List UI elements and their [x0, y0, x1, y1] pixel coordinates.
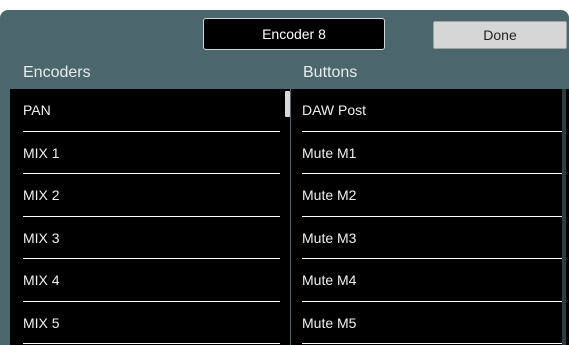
button-list-item[interactable]: Mute M5: [291, 302, 562, 345]
button-item-label: Mute M4: [302, 272, 357, 289]
button-item-label: Mute M1: [302, 144, 357, 161]
buttons-list[interactable]: DAW Post Mute M1 Mute M2 Mute M3 Mute M4…: [291, 89, 562, 345]
encoder-name-text: Encoder 8: [262, 26, 326, 42]
button-list-item[interactable]: Mute M1: [291, 132, 562, 175]
encoder-list-item[interactable]: MIX 1: [10, 132, 292, 175]
button-list-item[interactable]: Mute M3: [291, 217, 562, 260]
encoder-name-field[interactable]: Encoder 8: [203, 18, 385, 50]
encoder-item-label: MIX 3: [23, 229, 60, 246]
encoder-item-label: MIX 5: [23, 314, 60, 331]
encoder-list-item[interactable]: MIX 4: [10, 259, 292, 302]
encoder-item-label: MIX 4: [23, 272, 60, 289]
encoder-item-label: MIX 1: [23, 144, 60, 161]
button-item-label: Mute M3: [302, 229, 357, 246]
button-list-item[interactable]: Mute M4: [291, 259, 562, 302]
encoder-item-label: PAN: [23, 102, 51, 119]
button-item-label: Mute M2: [302, 187, 357, 204]
encoders-list[interactable]: PAN MIX 1 MIX 2 MIX 3 MIX 4 MIX 5: [10, 89, 292, 345]
buttons-column-header: Buttons: [303, 64, 358, 81]
encoder-item-label: MIX 2: [23, 187, 60, 204]
done-button[interactable]: Done: [433, 21, 567, 49]
encoder-list-item[interactable]: PAN: [10, 89, 292, 132]
button-list-item[interactable]: DAW Post: [291, 89, 562, 132]
done-button-label: Done: [483, 27, 517, 43]
encoder-list-item[interactable]: MIX 5: [10, 302, 292, 345]
button-item-label: Mute M5: [302, 314, 357, 331]
encoder-list-item[interactable]: MIX 2: [10, 174, 292, 217]
button-item-label: DAW Post: [302, 102, 367, 119]
encoders-column-header: Encoders: [23, 64, 91, 81]
button-list-item[interactable]: Mute M2: [291, 174, 562, 217]
encoder-list-item[interactable]: MIX 3: [10, 217, 292, 260]
